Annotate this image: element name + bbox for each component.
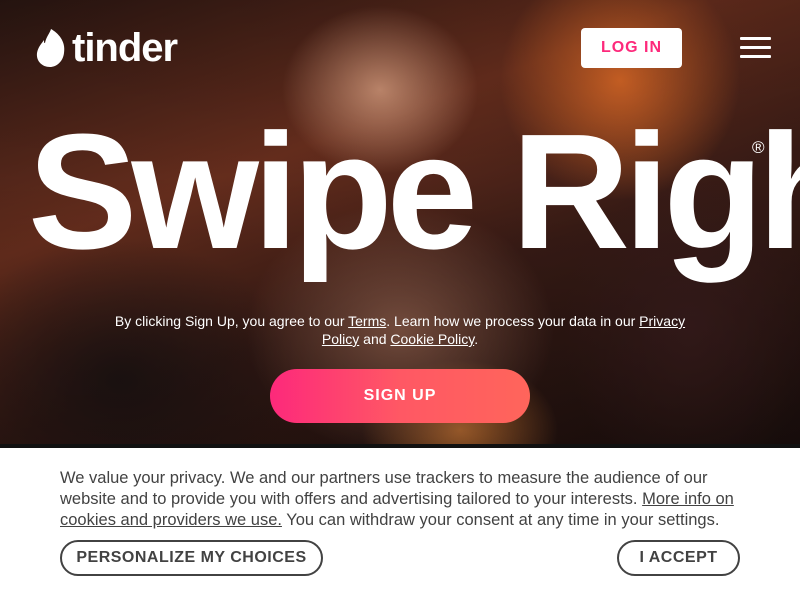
hamburger-menu-icon[interactable]: [740, 37, 771, 59]
signup-button[interactable]: SIGN UP: [270, 369, 530, 423]
hero-headline: Swipe Right: [28, 100, 800, 283]
registered-mark: ®: [752, 138, 765, 157]
terms-link[interactable]: Terms: [348, 313, 386, 329]
brand-name: tinder: [72, 26, 178, 70]
signup-disclaimer: By clicking Sign Up, you agree to our Te…: [114, 313, 686, 347]
hero-section: tinder LOG IN Swipe Right ® By clicking …: [0, 0, 800, 444]
cookie-policy-link[interactable]: Cookie Policy: [390, 331, 474, 347]
personalize-choices-button[interactable]: PERSONALIZE MY CHOICES: [60, 540, 323, 576]
flame-icon: [36, 29, 65, 67]
tinder-logo[interactable]: tinder: [36, 26, 178, 70]
accept-cookies-button[interactable]: I ACCEPT: [617, 540, 740, 576]
cookie-consent-banner: We value your privacy. We and our partne…: [0, 448, 800, 600]
cookie-consent-text: We value your privacy. We and our partne…: [60, 469, 734, 529]
login-button[interactable]: LOG IN: [581, 28, 682, 68]
